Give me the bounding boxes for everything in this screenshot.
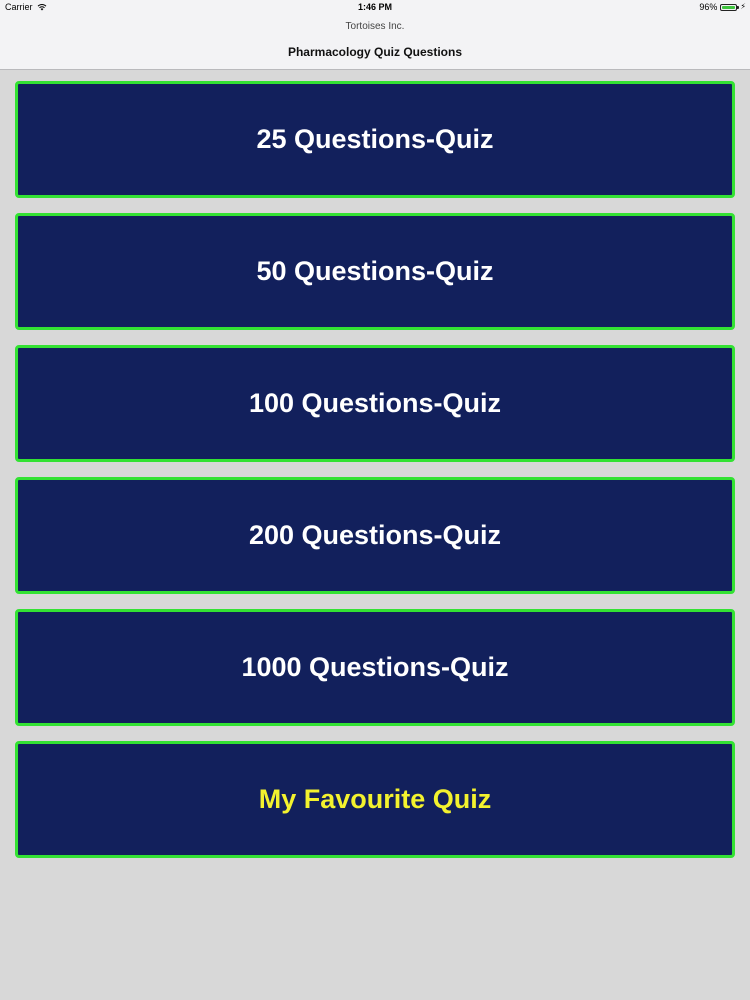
status-time: 1:46 PM bbox=[357, 2, 392, 12]
favourite-quiz-button[interactable]: My Favourite Quiz bbox=[15, 741, 735, 858]
battery-fill bbox=[722, 5, 735, 9]
status-right: 96% ⚡ bbox=[699, 2, 746, 12]
quiz-1000-button[interactable]: 1000 Questions-Quiz bbox=[15, 609, 735, 726]
charging-bolt-icon: ⚡ bbox=[740, 2, 746, 11]
battery-icon bbox=[720, 3, 740, 11]
navigation-header: Carrier 1:46 PM 96% ⚡ Tortoises Inc. Pha… bbox=[0, 0, 750, 70]
header-prompt: Tortoises Inc. bbox=[345, 21, 405, 32]
page-title: Pharmacology Quiz Questions bbox=[287, 45, 463, 59]
quiz-50-button[interactable]: 50 Questions-Quiz bbox=[15, 213, 735, 330]
quiz-list: 25 Questions-Quiz 50 Questions-Quiz 100 … bbox=[15, 81, 735, 873]
quiz-100-button[interactable]: 100 Questions-Quiz bbox=[15, 345, 735, 462]
quiz-200-button[interactable]: 200 Questions-Quiz bbox=[15, 477, 735, 594]
battery-tip bbox=[737, 5, 740, 9]
quiz-25-button[interactable]: 25 Questions-Quiz bbox=[15, 81, 735, 198]
status-bar: Carrier 1:46 PM 96% ⚡ bbox=[0, 0, 750, 16]
battery-percent: 96% bbox=[699, 2, 718, 12]
